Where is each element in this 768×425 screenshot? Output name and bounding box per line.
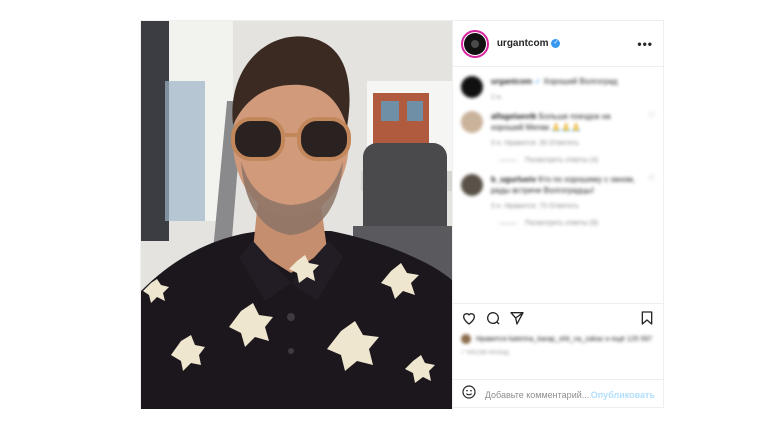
post-sidebar: urgantcom ✓ ••• urgantcom ✓ Хороший Волг…	[451, 21, 663, 409]
comment-like-icon[interactable]: ♡	[648, 111, 655, 149]
share-plane-icon[interactable]	[509, 310, 525, 331]
comment-meta[interactable]: 3 н. Нравится: 36 Ответить	[491, 138, 641, 149]
comment-input[interactable]: Добавьте комментарий...	[485, 390, 591, 400]
likes-text: Нравится katerina_karap_shit_na_zakaz и …	[475, 335, 653, 343]
caption-text: Хороший Волгоград	[543, 77, 618, 86]
more-options-icon[interactable]: •••	[637, 37, 653, 51]
likes-summary[interactable]: Нравится katerina_karap_shit_na_zakaz и …	[460, 334, 655, 344]
comment-username[interactable]: alfagelaevtk	[491, 112, 537, 121]
add-comment-bar: Добавьте комментарий... Опубликовать	[452, 379, 663, 409]
post-photo[interactable]	[141, 21, 452, 409]
comment-bubble-icon[interactable]	[485, 310, 501, 331]
post-actions: Нравится katerina_karap_shit_na_zakaz и …	[452, 303, 663, 367]
like-heart-icon[interactable]	[461, 310, 477, 331]
comment-meta[interactable]: 3 н. Нравится: 75 Ответить	[491, 201, 641, 212]
comment-avatar[interactable]	[460, 111, 483, 133]
view-replies-link[interactable]: Посмотреть ответы (8)	[499, 220, 655, 227]
view-replies-link[interactable]: Посмотреть ответы (4)	[499, 157, 655, 164]
publish-button[interactable]: Опубликовать	[591, 390, 655, 400]
comment-like-icon[interactable]: ♡	[648, 174, 655, 212]
comments-list[interactable]: urgantcom ✓ Хороший Волгоград 1 н. alfag…	[453, 68, 663, 318]
comment-username[interactable]: b_ugurlueiv	[491, 175, 536, 184]
caption-row: urgantcom ✓ Хороший Волгоград 1 н.	[460, 76, 655, 103]
author-avatar[interactable]	[460, 29, 489, 58]
author-username[interactable]: urgantcom	[497, 38, 549, 49]
caption-username[interactable]: urgantcom	[491, 77, 532, 86]
blurred-comments: urgantcom ✓ Хороший Волгоград 1 н. alfag…	[460, 76, 655, 227]
caption-time: 1 н.	[490, 94, 503, 101]
bookmark-icon[interactable]	[639, 310, 655, 331]
comment-row: b_ugurlueiv Кто по хорошему с окном, рад…	[460, 174, 655, 212]
comment-avatar[interactable]	[460, 174, 483, 196]
instagram-post: urgantcom ✓ ••• urgantcom ✓ Хороший Волг…	[140, 20, 664, 409]
liker-avatar	[460, 334, 471, 344]
emoji-smiley-icon[interactable]	[461, 384, 477, 405]
post-date: 7 часов назад	[460, 350, 509, 356]
comment-row: alfagelaevtk Больше поездок на хороший М…	[460, 111, 655, 149]
caption-avatar	[460, 76, 483, 98]
post-header: urgantcom ✓ •••	[452, 21, 663, 67]
selfie-image	[141, 21, 452, 409]
verified-badge-icon: ✓	[551, 39, 561, 48]
